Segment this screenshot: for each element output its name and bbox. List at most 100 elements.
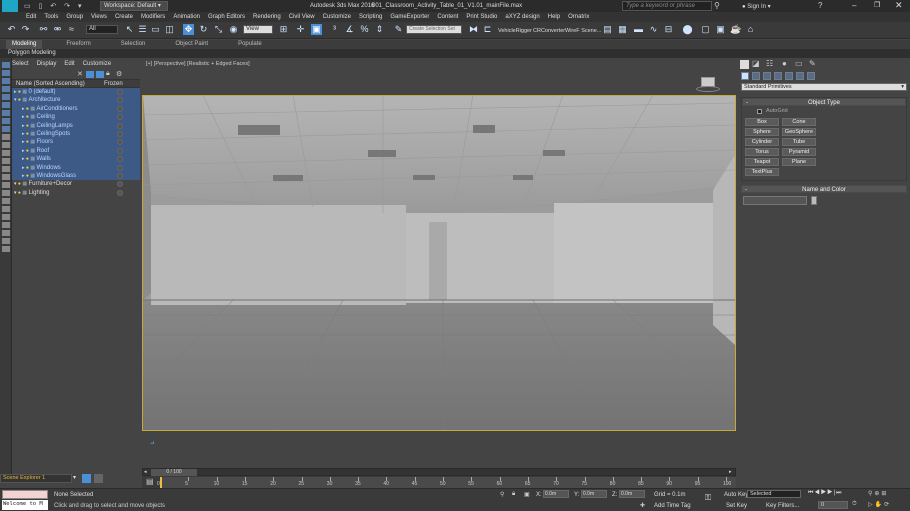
create-category-icon[interactable] <box>752 72 760 80</box>
pivot-center-icon[interactable]: ⊞ <box>278 24 289 35</box>
freeze-toggle-icon[interactable] <box>117 139 123 146</box>
select-by-name-icon[interactable]: ☰ <box>137 24 148 35</box>
maxscript-listener[interactable]: Welcome to M <box>2 500 48 510</box>
layer-row[interactable]: ▸ ● ▦ AirConditioners <box>12 104 140 114</box>
workspace-dropdown[interactable]: Workspace: Default ▾ <box>100 1 168 11</box>
undo-icon[interactable]: ↶ <box>6 24 17 35</box>
freeze-toggle-icon[interactable] <box>117 164 123 171</box>
freeze-toggle-icon[interactable] <box>117 189 123 196</box>
percent-snap-icon[interactable]: % <box>359 24 370 35</box>
hierarchy-tab-icon[interactable]: ☷ <box>766 59 773 68</box>
scene-explorer-selector[interactable]: Scene Explorer 1 <box>0 474 72 483</box>
selection-filter-dropdown[interactable]: All <box>86 25 118 34</box>
freeze-toggle-icon[interactable] <box>117 105 123 112</box>
layer-row[interactable]: ▸ ● ▦ Roof <box>12 146 140 156</box>
explorer-filter-icon[interactable] <box>2 126 10 132</box>
time-slider-thumb[interactable]: 0 / 100 <box>151 469 197 476</box>
spinner-snap-icon[interactable]: ⇕ <box>374 24 385 35</box>
menu-item-print-studio[interactable]: Print Studio <box>466 12 497 22</box>
time-config-icon[interactable]: ⏱ <box>852 501 857 508</box>
select-object-icon[interactable]: ↖ <box>124 24 135 35</box>
quick-access-icons[interactable]: ▭ ▯ ↶ ↷ ▾ <box>24 2 85 10</box>
playback-controls-icon[interactable]: ⏮◀▶▶|⏭ <box>808 490 842 497</box>
z-coord-field[interactable]: 0.0m <box>619 490 645 498</box>
toggle-scene-explorer-icon[interactable]: ▤ <box>602 24 613 35</box>
layer-row[interactable]: ▸ ● ▦ WindowsGlass <box>12 171 140 181</box>
explorer-sync-icon[interactable]: ⚙ <box>116 70 122 78</box>
menu-item-rendering[interactable]: Rendering <box>253 12 281 22</box>
nav-zoom-icon[interactable]: ⚲⊕⊞ <box>868 490 888 497</box>
name-color-header[interactable]: - Name and Color <box>741 185 907 193</box>
time-cursor[interactable] <box>160 477 162 488</box>
mini-curve-editor-icon[interactable]: ▤ <box>146 477 154 486</box>
menu-item-content[interactable]: Content <box>437 12 458 22</box>
freeze-toggle-icon[interactable] <box>117 147 123 154</box>
create-category-icon[interactable] <box>763 72 771 80</box>
category-dropdown[interactable]: Standard Primitives ▾ <box>741 83 907 91</box>
explorer-filter-icon[interactable] <box>2 214 10 220</box>
freeze-toggle-icon[interactable] <box>117 130 123 137</box>
explorer-footer-icon-a[interactable] <box>82 474 91 483</box>
freeze-toggle-icon[interactable] <box>117 89 123 95</box>
viewcube[interactable] <box>696 74 720 94</box>
menu-item-graph-editors[interactable]: Graph Editors <box>208 12 245 22</box>
time-slider[interactable]: 0 / 100 ◂ ▸ <box>142 468 736 476</box>
explorer-highlight-icon[interactable] <box>96 71 104 78</box>
explorer-menu-select[interactable]: Select <box>12 61 29 67</box>
render-setup-icon[interactable]: ▢ <box>700 24 711 35</box>
render-iterative-icon[interactable]: ⌂ <box>745 24 756 35</box>
primitive-button-pyramid[interactable]: Pyramid <box>782 148 816 156</box>
explorer-filter-icon[interactable] <box>2 206 10 212</box>
layer-row[interactable]: ▾ ● ▦ Furniture+Decor <box>12 180 140 188</box>
menu-item-animation[interactable]: Animation <box>173 12 200 22</box>
freeze-toggle-icon[interactable] <box>117 114 123 121</box>
maxscript-pink-field[interactable] <box>2 490 48 499</box>
explorer-filter-icon[interactable] <box>2 174 10 180</box>
explorer-filter-icon[interactable] <box>2 182 10 188</box>
search-input[interactable]: Type a keyword or phrase <box>622 1 712 11</box>
reference-coord-dropdown[interactable]: View <box>243 25 273 34</box>
edit-named-sets-icon[interactable]: ✎ <box>393 24 404 35</box>
explorer-layer-icon[interactable] <box>86 71 94 78</box>
rendered-frame-icon[interactable]: ▣ <box>715 24 726 35</box>
create-category-icon[interactable] <box>774 72 782 80</box>
y-coord-field[interactable]: 0.0m <box>581 490 607 498</box>
ribbon-tab-object-paint[interactable]: Object Paint <box>169 40 214 49</box>
select-scale-icon[interactable]: ⤡ <box>213 24 224 35</box>
explorer-filter-icon[interactable] <box>2 246 10 252</box>
autogrid-checkbox[interactable] <box>757 109 762 114</box>
sign-in-link[interactable]: ● Sign In ▾ <box>742 3 771 10</box>
menu-item-modifiers[interactable]: Modifiers <box>141 12 165 22</box>
slider-prev-arrow[interactable]: ◂ <box>144 469 147 475</box>
x-coord-field[interactable]: 0.0m <box>543 490 569 498</box>
select-move-icon[interactable]: ✥ <box>183 24 194 35</box>
explorer-menu-customize[interactable]: Customize <box>83 61 111 67</box>
explorer-filter-icon[interactable] <box>2 222 10 228</box>
primitive-button-textplus[interactable]: TextPlus <box>745 168 779 176</box>
explorer-filter-icon[interactable] <box>2 230 10 236</box>
freeze-toggle-icon[interactable] <box>117 122 123 129</box>
explorer-filter-icon[interactable] <box>2 142 10 148</box>
explorer-filter-icon[interactable] <box>2 78 10 84</box>
layer-row[interactable]: ▸ ● ▦ 0 (default) <box>12 88 140 97</box>
explorer-filter-icon[interactable] <box>2 110 10 116</box>
primitive-button-box[interactable]: Box <box>745 118 779 126</box>
align-icon[interactable]: ⊏ <box>482 24 493 35</box>
help-icon[interactable]: ? <box>818 1 822 10</box>
col-frozen-header[interactable]: Frozen <box>104 80 123 88</box>
primitive-button-geosphere[interactable]: GeoSphere <box>782 128 816 136</box>
menu-item-create[interactable]: Create <box>115 12 133 22</box>
bind-spacewarp-icon[interactable]: ≈ <box>66 24 77 35</box>
layer-row[interactable]: ▸ ● ▦ Windows <box>12 163 140 172</box>
link-icon[interactable]: ⚯ <box>38 24 49 35</box>
menu-item-help[interactable]: Help <box>548 12 560 22</box>
curve-editor-icon[interactable]: ∿ <box>648 24 659 35</box>
explorer-filter-icon[interactable] <box>2 198 10 204</box>
close-icon[interactable]: ✕ <box>895 0 903 11</box>
toggle-layer-explorer-icon[interactable]: ▦ <box>617 24 628 35</box>
primitive-button-plane[interactable]: Plane <box>782 158 816 166</box>
modify-tab-icon[interactable]: ◪ <box>752 59 760 68</box>
menu-item-edit[interactable]: Edit <box>26 12 36 22</box>
explorer-lock-icon[interactable]: 🔒︎ <box>106 70 110 78</box>
render-production-icon[interactable]: ☕ <box>730 24 741 35</box>
